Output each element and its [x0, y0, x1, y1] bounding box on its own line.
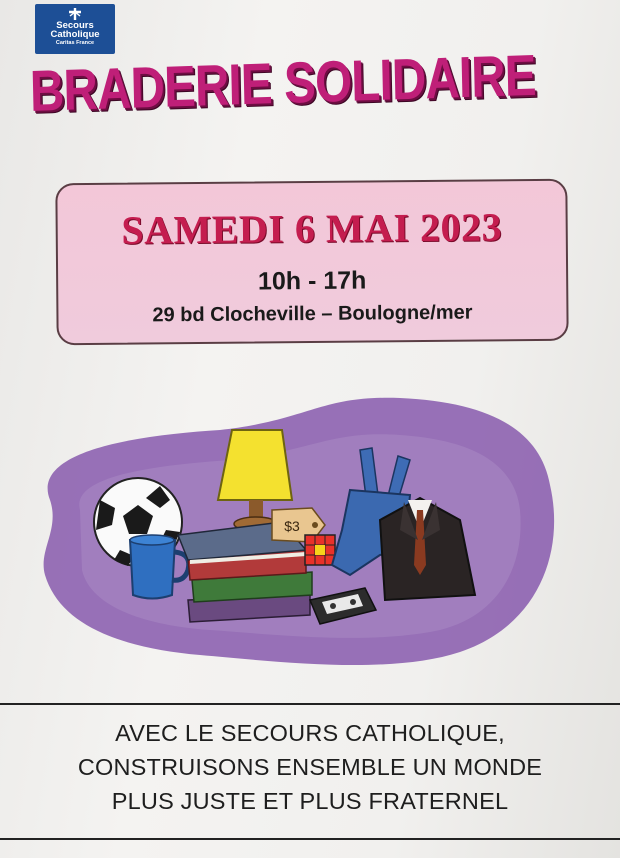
footer-message: AVEC LE SECOURS CATHOLIQUE, CONSTRUISONS…: [20, 716, 600, 818]
event-date: SAMEDI 6 MAI 2023: [121, 204, 503, 253]
footer-line-1: AVEC LE SECOURS CATHOLIQUE,: [115, 720, 505, 746]
footer-top-rule: [0, 703, 620, 705]
event-title: BRADERIE SOLIDAIRE: [29, 42, 537, 124]
footer-bottom-rule: [0, 838, 620, 840]
flyer-page: Secours Catholique Caritas France BRADER…: [0, 0, 620, 858]
event-hours: 10h - 17h: [257, 266, 367, 296]
event-address: 29 bd Clocheville – Boulogne/mer: [152, 301, 473, 327]
cross-icon: [69, 8, 81, 20]
cube-icon: [304, 534, 336, 566]
items-illustration: $3: [43, 397, 555, 666]
price-tag-label: $3: [284, 518, 300, 534]
secours-catholique-logo: Secours Catholique Caritas France: [35, 4, 115, 54]
footer-line-2: CONSTRUISONS ENSEMBLE UN MONDE: [77, 754, 543, 780]
event-info-box: SAMEDI 6 MAI 2023 10h - 17h 29 bd Cloche…: [55, 178, 569, 346]
logo-line-2: Catholique: [50, 29, 100, 40]
footer-line-3: PLUS JUSTE ET PLUS FRATERNEL: [111, 788, 509, 814]
logo-line-3: Caritas France: [55, 40, 95, 46]
